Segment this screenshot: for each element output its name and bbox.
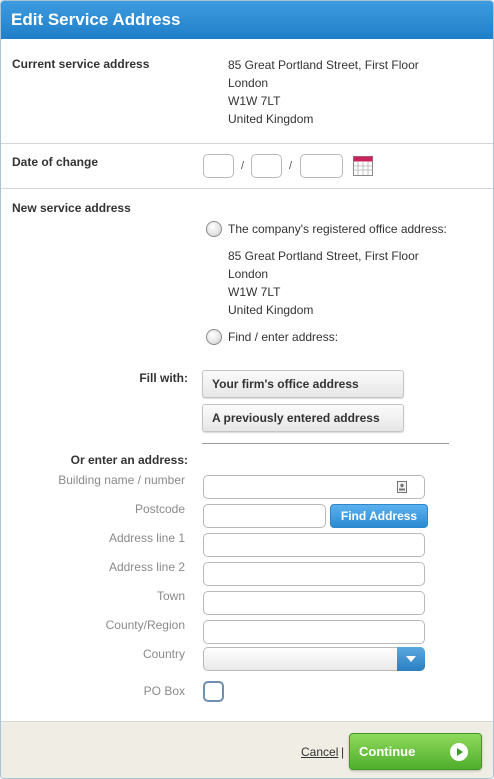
- find-address-button[interactable]: Find Address: [330, 504, 428, 528]
- chevron-down-icon[interactable]: [397, 647, 425, 671]
- address-line1-label: Address line 1: [108, 531, 185, 545]
- postcode-input[interactable]: [203, 504, 326, 528]
- registered-office-option-label: The company's registered office address:: [228, 222, 447, 236]
- registered-address-line: 85 Great Portland Street, First Floor: [228, 249, 419, 263]
- fill-with-label: Fill with:: [139, 371, 188, 385]
- dialog-footer: Cancel | Continue: [1, 721, 493, 778]
- building-input[interactable]: [203, 475, 425, 499]
- date-month-input[interactable]: [251, 154, 282, 178]
- date-separator: /: [241, 160, 245, 172]
- current-address-line: United Kingdom: [228, 112, 314, 126]
- arrow-right-icon: [450, 743, 468, 761]
- current-address-line: W1W 7LT: [228, 94, 281, 108]
- town-input[interactable]: [203, 591, 425, 615]
- registered-address-line: W1W 7LT: [228, 285, 281, 299]
- new-address-label: New service address: [12, 201, 131, 215]
- date-of-change-label: Date of change: [12, 155, 99, 169]
- current-address-label: Current service address: [12, 57, 150, 71]
- registered-address-line: United Kingdom: [228, 303, 314, 317]
- county-input[interactable]: [203, 620, 425, 644]
- current-address-line: 85 Great Portland Street, First Floor: [228, 58, 419, 72]
- date-year-input[interactable]: [300, 154, 343, 178]
- country-select[interactable]: [203, 647, 425, 671]
- registered-address-line: London: [228, 267, 269, 281]
- town-label: Town: [156, 589, 185, 603]
- previous-address-button[interactable]: A previously entered address: [202, 404, 404, 432]
- contact-card-icon: [397, 481, 407, 493]
- find-enter-address-radio[interactable]: [206, 329, 222, 345]
- po-box-checkbox[interactable]: [203, 681, 224, 702]
- continue-button[interactable]: Continue: [349, 733, 482, 770]
- title-bar: Edit Service Address: [1, 1, 493, 39]
- dialog-title: Edit Service Address: [11, 10, 181, 29]
- address-line2-label: Address line 2: [108, 560, 185, 574]
- link-separator: |: [341, 745, 345, 759]
- enter-address-label: Or enter an address:: [70, 453, 188, 467]
- country-label: Country: [142, 647, 185, 661]
- postcode-label: Postcode: [134, 502, 185, 516]
- edit-service-address-dialog: Edit Service Address Current service add…: [0, 0, 494, 779]
- divider: [1, 188, 493, 189]
- divider: [202, 443, 449, 444]
- calendar-icon[interactable]: [353, 156, 373, 176]
- building-label: Building name / number: [58, 473, 185, 487]
- continue-label: Continue: [359, 744, 416, 759]
- registered-office-radio[interactable]: [206, 221, 222, 237]
- address-line1-input[interactable]: [203, 533, 425, 557]
- county-label: County/Region: [105, 618, 185, 632]
- date-day-input[interactable]: [203, 154, 234, 178]
- cancel-link[interactable]: Cancel: [301, 745, 338, 759]
- address-line2-input[interactable]: [203, 562, 425, 586]
- find-enter-address-label: Find / enter address:: [228, 330, 339, 344]
- divider: [1, 143, 493, 144]
- po-box-label: PO Box: [143, 684, 185, 698]
- date-separator: /: [289, 160, 293, 172]
- current-address-line: London: [228, 76, 269, 90]
- firm-office-address-button[interactable]: Your firm's office address: [202, 370, 404, 398]
